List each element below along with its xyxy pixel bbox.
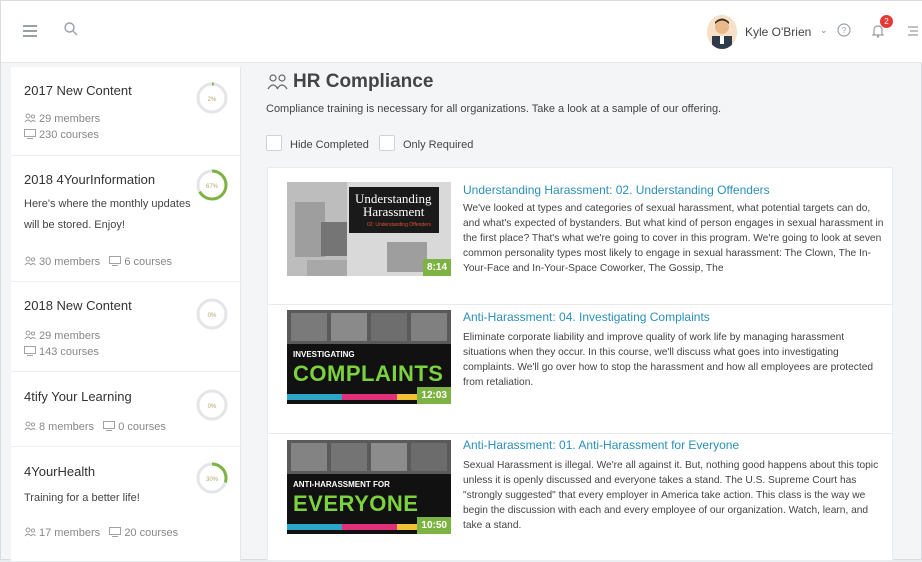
members-icon: [24, 113, 36, 123]
hamburger-menu-icon[interactable]: [23, 25, 37, 37]
courses-count: 143 courses: [24, 346, 99, 358]
progress-ring: 2%: [196, 82, 228, 114]
group-item[interactable]: 2018 4YourInformation 67% Here's where t…: [11, 156, 241, 282]
duration-badge: 8:14: [422, 259, 451, 276]
course-description: Sexual Harassment is illegal. We're all …: [463, 460, 879, 531]
duration-badge: 10:50: [417, 517, 451, 534]
group-meta: 8 members 0 courses: [24, 421, 166, 433]
group-sidebar: 2017 New Content 2% 29 members 230 cours…: [11, 67, 241, 561]
course-title-link[interactable]: Anti-Harassment: 01. Anti-Harassment for…: [463, 438, 739, 452]
progress-ring: 0%: [196, 389, 228, 421]
group-description: Here's where the monthly updates will be…: [24, 198, 191, 231]
members-count: 29 members: [24, 330, 100, 342]
members-count: 17 members: [39, 527, 101, 539]
group-title[interactable]: 4tify Your Learning: [24, 389, 132, 404]
search-icon[interactable]: [63, 21, 79, 37]
members-icon: [24, 527, 36, 537]
members-icon: [24, 330, 36, 340]
svg-text:0%: 0%: [208, 313, 217, 319]
course-description: Eliminate corporate liability and improv…: [463, 332, 874, 388]
group-description: Training for a better life!: [24, 492, 140, 504]
chevron-down-icon[interactable]: ⌄: [820, 25, 828, 36]
members-icon: [24, 421, 36, 431]
course-card[interactable]: INVESTIGATING COMPLAINTS 12:03 Anti-Hara…: [268, 305, 894, 434]
course-card[interactable]: Understanding Harassment 02: Understandi…: [268, 168, 894, 305]
app-window: Kyle O'Brien ⌄ ? 2 2017 New Content 2% 2…: [0, 0, 922, 561]
page-description: Compliance training is necessary for all…: [266, 103, 722, 115]
people-icon: [267, 74, 288, 90]
svg-text:2%: 2%: [208, 97, 217, 103]
only-required-label[interactable]: Only Required: [403, 139, 473, 151]
progress-ring: 0%: [196, 298, 228, 330]
members-icon: [24, 256, 36, 266]
svg-text:0%: 0%: [208, 404, 217, 410]
group-meta: 17 members 20 courses: [24, 527, 178, 539]
progress-ring: 30%: [196, 462, 228, 494]
group-item[interactable]: 2018 New Content 0% 29 members 143 cours…: [11, 282, 241, 372]
help-icon[interactable]: ?: [837, 23, 851, 37]
list-menu-icon[interactable]: [907, 25, 919, 37]
hide-completed-label[interactable]: Hide Completed: [290, 139, 369, 151]
courses-count: 230 courses: [24, 129, 99, 141]
course-thumbnail[interactable]: ANTI-HARASSMENT FOR EVERYONE 10:50: [287, 440, 451, 534]
thumbnail-big-text: EVERYONE: [293, 491, 419, 516]
group-title[interactable]: 4YourHealth: [24, 464, 95, 479]
group-meta: 30 members 6 courses: [24, 256, 172, 268]
course-title-link[interactable]: Understanding Harassment: 02. Understand…: [463, 183, 770, 197]
svg-text:67%: 67%: [206, 184, 219, 190]
svg-text:?: ?: [842, 26, 847, 35]
group-item[interactable]: 2017 New Content 2% 29 members 230 cours…: [11, 67, 241, 156]
hide-completed-checkbox[interactable]: [266, 135, 282, 151]
course-thumbnail[interactable]: INVESTIGATING COMPLAINTS 12:03: [287, 310, 451, 404]
thumbnail-title-line2: Harassment: [363, 204, 425, 219]
monitor-icon: [103, 421, 116, 431]
group-title[interactable]: 2018 4YourInformation: [24, 172, 155, 187]
duration-badge: 12:03: [417, 387, 451, 404]
monitor-icon: [109, 527, 122, 537]
course-description: We've looked at types and categories of …: [463, 203, 884, 274]
avatar[interactable]: [707, 15, 737, 49]
user-name[interactable]: Kyle O'Brien: [745, 25, 811, 39]
courses-count: 6 courses: [124, 256, 173, 268]
group-title[interactable]: 2017 New Content: [24, 83, 132, 98]
top-bar: Kyle O'Brien ⌄ ? 2: [1, 1, 922, 63]
page-title: HR Compliance: [293, 71, 434, 92]
group-item[interactable]: 4tify Your Learning 0% 8 members 0 cours…: [11, 372, 241, 447]
thumbnail-small-text: ANTI-HARASSMENT FOR: [293, 480, 390, 489]
thumbnail-small-text: INVESTIGATING: [293, 350, 355, 359]
monitor-icon: [109, 256, 122, 266]
thumbnail-subtitle: 02: Understanding Offenders: [367, 222, 432, 228]
course-card[interactable]: ANTI-HARASSMENT FOR EVERYONE 10:50 Anti-…: [268, 434, 894, 562]
main-content: HR Compliance Compliance training is nec…: [251, 63, 922, 561]
monitor-icon: [24, 346, 36, 356]
thumbnail-big-text: COMPLAINTS: [293, 361, 444, 386]
course-list: Understanding Harassment 02: Understandi…: [267, 167, 894, 562]
group-item[interactable]: 4YourHealth 30% Training for a better li…: [11, 447, 241, 561]
only-required-checkbox[interactable]: [379, 135, 395, 151]
members-count: 29 members: [24, 113, 100, 125]
courses-count: 0 courses: [118, 421, 166, 433]
group-title[interactable]: 2018 New Content: [24, 298, 132, 313]
members-count: 8 members: [39, 421, 95, 433]
members-count: 30 members: [39, 256, 101, 268]
notification-badge: 2: [880, 15, 893, 28]
monitor-icon: [24, 129, 36, 139]
courses-count: 20 courses: [124, 527, 179, 539]
svg-text:30%: 30%: [206, 477, 219, 483]
course-title-link[interactable]: Anti-Harassment: 04. Investigating Compl…: [463, 310, 710, 324]
course-thumbnail[interactable]: Understanding Harassment 02: Understandi…: [287, 182, 451, 276]
